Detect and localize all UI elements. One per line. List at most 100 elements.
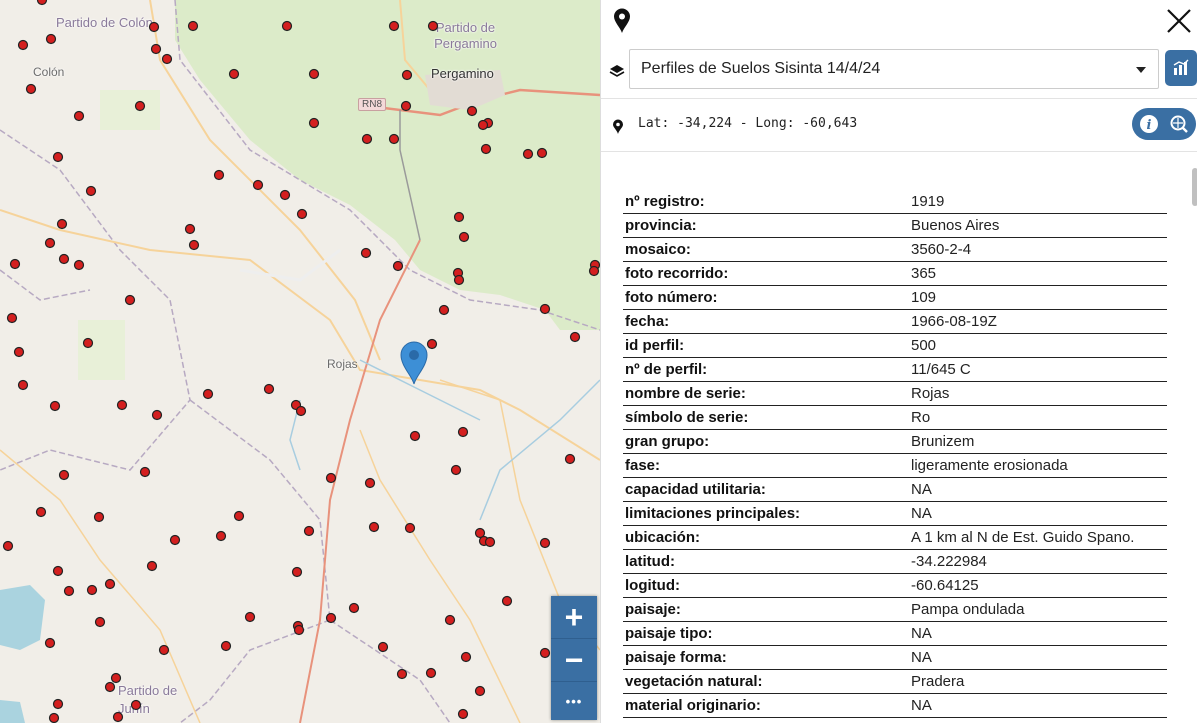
- soil-profile-marker[interactable]: [252, 179, 264, 191]
- soil-profile-marker[interactable]: [279, 189, 291, 201]
- soil-profile-marker[interactable]: [293, 624, 305, 636]
- soil-profile-marker[interactable]: [85, 185, 97, 197]
- soil-profile-marker[interactable]: [17, 379, 29, 391]
- soil-profile-marker[interactable]: [404, 522, 416, 534]
- soil-profile-marker[interactable]: [466, 105, 478, 117]
- soil-profile-marker[interactable]: [104, 578, 116, 590]
- soil-profile-marker[interactable]: [325, 472, 337, 484]
- soil-profile-marker[interactable]: [146, 560, 158, 572]
- soil-profile-marker[interactable]: [400, 100, 412, 112]
- soil-profile-marker[interactable]: [564, 453, 576, 465]
- soil-profile-marker[interactable]: [17, 39, 29, 51]
- soil-profile-marker[interactable]: [457, 426, 469, 438]
- soil-profile-marker[interactable]: [569, 331, 581, 343]
- soil-profile-marker[interactable]: [409, 430, 421, 442]
- soil-profile-marker[interactable]: [501, 595, 513, 607]
- soil-profile-marker[interactable]: [116, 399, 128, 411]
- soil-profile-marker[interactable]: [82, 337, 94, 349]
- soil-profile-marker[interactable]: [233, 510, 245, 522]
- soil-profile-marker[interactable]: [368, 521, 380, 533]
- soil-profile-marker[interactable]: [6, 312, 18, 324]
- soil-profile-marker[interactable]: [539, 647, 551, 659]
- soil-profile-marker[interactable]: [453, 211, 465, 223]
- soil-profile-marker[interactable]: [13, 346, 25, 358]
- soil-profile-marker[interactable]: [308, 68, 320, 80]
- soil-profile-marker[interactable]: [536, 147, 548, 159]
- soil-profile-marker[interactable]: [453, 274, 465, 286]
- soil-profile-marker[interactable]: [161, 53, 173, 65]
- soil-profile-marker[interactable]: [93, 511, 105, 523]
- soil-profile-marker[interactable]: [169, 534, 181, 546]
- layer-select[interactable]: Perfiles de Suelos Sisinta 14/4/24: [629, 49, 1159, 89]
- soil-profile-marker[interactable]: [295, 405, 307, 417]
- soil-profile-marker[interactable]: [401, 69, 413, 81]
- soil-profile-marker[interactable]: [474, 685, 486, 697]
- soil-profile-marker[interactable]: [187, 20, 199, 32]
- soil-profile-marker[interactable]: [52, 565, 64, 577]
- soil-profile-marker[interactable]: [44, 637, 56, 649]
- soil-profile-marker[interactable]: [360, 247, 372, 259]
- soil-profile-marker[interactable]: [348, 602, 360, 614]
- soil-profile-marker[interactable]: [45, 33, 57, 45]
- soil-profile-marker[interactable]: [134, 100, 146, 112]
- zoom-in-button[interactable]: +: [551, 596, 597, 638]
- soil-profile-marker[interactable]: [484, 536, 496, 548]
- soil-profile-marker[interactable]: [35, 506, 47, 518]
- soil-profile-marker[interactable]: [148, 21, 160, 33]
- soil-profile-marker[interactable]: [361, 133, 373, 145]
- soil-profile-marker[interactable]: [228, 68, 240, 80]
- soil-profile-marker[interactable]: [151, 409, 163, 421]
- soil-profile-marker[interactable]: [2, 540, 14, 552]
- soil-profile-marker[interactable]: [388, 133, 400, 145]
- soil-profile-marker[interactable]: [58, 253, 70, 265]
- soil-profile-marker[interactable]: [325, 612, 337, 624]
- soil-profile-marker[interactable]: [296, 208, 308, 220]
- scrollbar-thumb[interactable]: [1192, 168, 1197, 206]
- soil-profile-marker[interactable]: [58, 469, 70, 481]
- soil-profile-marker[interactable]: [130, 699, 142, 711]
- more-options-button[interactable]: •••: [551, 681, 597, 720]
- close-icon[interactable]: [1164, 6, 1194, 36]
- soil-profile-marker[interactable]: [124, 294, 136, 306]
- soil-profile-marker[interactable]: [377, 641, 389, 653]
- soil-profile-marker[interactable]: [460, 651, 472, 663]
- soil-profile-marker[interactable]: [36, 0, 48, 6]
- soil-profile-marker[interactable]: [52, 151, 64, 163]
- soil-profile-marker[interactable]: [396, 668, 408, 680]
- soil-profile-marker[interactable]: [457, 708, 469, 720]
- soil-profile-marker[interactable]: [480, 143, 492, 155]
- zoom-to-feature-button[interactable]: [1168, 113, 1190, 135]
- chart-button[interactable]: [1165, 50, 1197, 86]
- soil-profile-marker[interactable]: [188, 239, 200, 251]
- soil-profile-marker[interactable]: [139, 466, 151, 478]
- soil-profile-marker[interactable]: [427, 20, 439, 32]
- soil-profile-marker[interactable]: [244, 611, 256, 623]
- zoom-out-button[interactable]: −: [551, 638, 597, 681]
- map-view[interactable]: Partido de Colón Colón Partido de Pergam…: [0, 0, 600, 723]
- soil-profile-marker[interactable]: [52, 698, 64, 710]
- soil-profile-marker[interactable]: [215, 530, 227, 542]
- soil-profile-marker[interactable]: [150, 43, 162, 55]
- soil-profile-marker[interactable]: [458, 231, 470, 243]
- soil-profile-marker[interactable]: [44, 237, 56, 249]
- soil-profile-marker[interactable]: [56, 218, 68, 230]
- soil-profile-marker[interactable]: [291, 566, 303, 578]
- soil-profile-marker[interactable]: [588, 265, 600, 277]
- soil-profile-marker[interactable]: [94, 616, 106, 628]
- soil-profile-marker[interactable]: [104, 681, 116, 693]
- soil-profile-marker[interactable]: [539, 537, 551, 549]
- soil-profile-markers[interactable]: [0, 0, 600, 723]
- soil-profile-marker[interactable]: [450, 464, 462, 476]
- soil-profile-marker[interactable]: [364, 477, 376, 489]
- soil-profile-marker[interactable]: [158, 644, 170, 656]
- soil-profile-marker[interactable]: [49, 400, 61, 412]
- soil-profile-marker[interactable]: [425, 667, 437, 679]
- soil-profile-marker[interactable]: [263, 383, 275, 395]
- soil-profile-marker[interactable]: [63, 585, 75, 597]
- soil-profile-marker[interactable]: [184, 223, 196, 235]
- soil-profile-marker[interactable]: [281, 20, 293, 32]
- selected-location-pin[interactable]: [399, 341, 429, 385]
- soil-profile-marker[interactable]: [25, 83, 37, 95]
- soil-profile-marker[interactable]: [438, 304, 450, 316]
- soil-profile-marker[interactable]: [73, 259, 85, 271]
